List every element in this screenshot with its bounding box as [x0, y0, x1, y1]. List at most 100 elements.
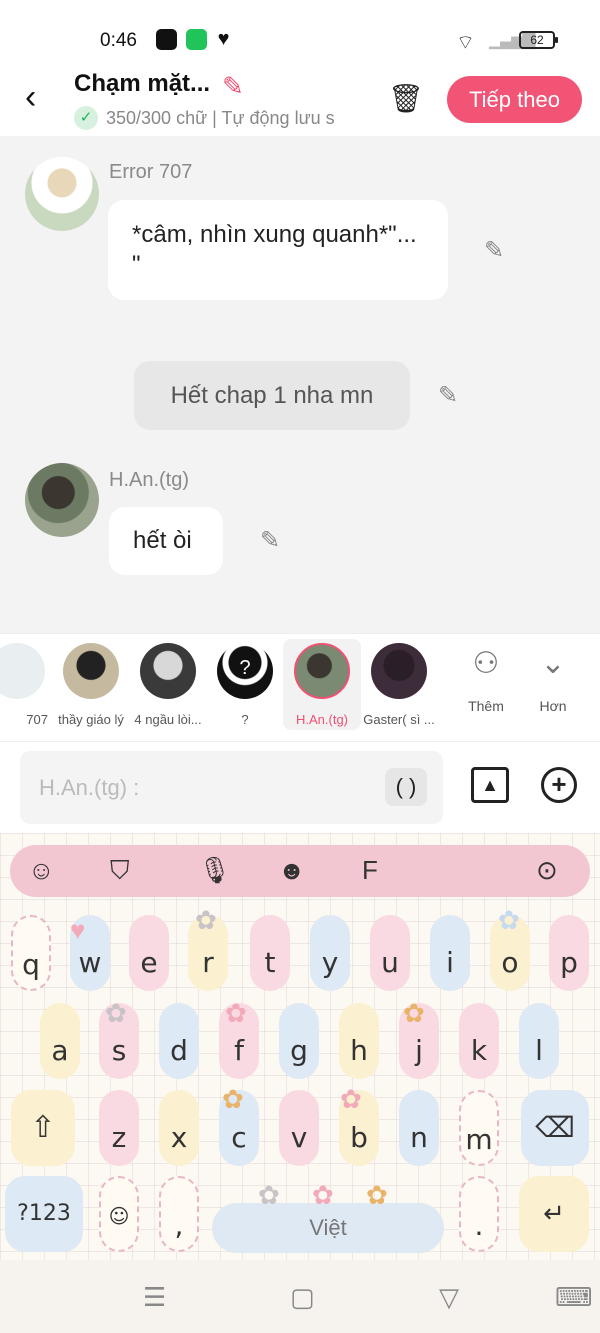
key-d[interactable]: d	[159, 1003, 199, 1079]
menu-icon[interactable]: ☰	[143, 1282, 166, 1313]
character-item[interactable]: ? ?	[206, 643, 284, 727]
character-item[interactable]: thầy giáo lý	[52, 643, 130, 727]
keyboard-toolbar: ☺ ⛉ 🎙 ☻ F ⊙	[10, 845, 590, 897]
character-item[interactable]: 707	[0, 643, 48, 727]
character-avatar	[140, 643, 196, 699]
character-label: ?	[241, 712, 249, 727]
character-item[interactable]: Gaster( sì ...	[360, 643, 438, 727]
word-count-text: 350/300 chữ | Tự động lưu s	[106, 107, 335, 128]
trash-icon[interactable]: 🗑	[388, 82, 424, 115]
key-p[interactable]: p	[549, 915, 589, 991]
emoji-icon[interactable]: ☺	[28, 855, 55, 886]
edit-title-icon[interactable]: ✎	[222, 71, 244, 102]
backspace-key[interactable]: ⌫	[521, 1090, 589, 1166]
more-button[interactable]: ⌄ Hơn	[523, 646, 583, 714]
back-triangle-icon[interactable]: ▽	[439, 1282, 459, 1313]
character-avatar	[63, 643, 119, 699]
character-item[interactable]: 4 ngầu lòi...	[129, 643, 207, 727]
key-x[interactable]: x	[159, 1090, 199, 1166]
key-g[interactable]: g	[279, 1003, 319, 1079]
back-icon[interactable]: ‹	[25, 80, 36, 114]
key-l[interactable]: l	[519, 1003, 559, 1079]
header: ‹ Chạm mặt... ✎ ✓ 350/300 chữ | Tự động …	[0, 70, 600, 136]
app-grid-icon	[186, 29, 207, 50]
comma-key[interactable]: ,	[159, 1176, 199, 1252]
character-label: H.An.(tg)	[295, 712, 348, 727]
shift-key[interactable]: ⇧	[11, 1090, 75, 1166]
wifi-icon: ⌔	[456, 32, 475, 54]
sender-name: Error 707	[109, 161, 193, 183]
narration-bubble[interactable]: Hết chap 1 nha mn	[134, 361, 410, 430]
home-icon[interactable]: ▢	[290, 1282, 315, 1313]
key-v[interactable]: v	[279, 1090, 319, 1166]
key-q[interactable]: q	[11, 915, 51, 991]
sticker-icon[interactable]: ☻	[278, 855, 305, 886]
input-area: H.An.(tg) : ( ) ▲ +	[0, 741, 600, 833]
edit-message-icon[interactable]: ✎	[260, 526, 280, 555]
character-label: 4 ngầu lòi...	[134, 712, 202, 727]
microphone-icon[interactable]: 🎙	[198, 855, 231, 886]
status-time: 0:46	[100, 30, 137, 51]
chevron-down-icon: ⌄	[540, 647, 566, 680]
key-o[interactable]: o	[490, 915, 530, 991]
key-b[interactable]: b	[339, 1090, 379, 1166]
character-strip: 707 thầy giáo lý 4 ngầu lòi... ? ? H.An.…	[0, 633, 600, 741]
key-y[interactable]: y	[310, 915, 350, 991]
collapse-keyboard-icon[interactable]: ⊙	[536, 855, 558, 886]
font-icon[interactable]: F	[362, 855, 378, 886]
avatar[interactable]	[25, 463, 99, 537]
key-c[interactable]: c	[219, 1090, 259, 1166]
next-button[interactable]: Tiếp theo	[447, 76, 582, 123]
message-bubble[interactable]: hết òi	[109, 507, 223, 575]
space-key[interactable]: Việt	[212, 1203, 444, 1253]
numbers-key[interactable]: ?123	[5, 1176, 83, 1252]
key-e[interactable]: e	[129, 915, 169, 991]
system-nav-bar: ☰ ▢ ▽ ⌨	[0, 1260, 600, 1333]
character-label: Gaster( sì ...	[363, 712, 435, 727]
key-s[interactable]: s	[99, 1003, 139, 1079]
edit-message-icon[interactable]: ✎	[484, 236, 504, 265]
status-bar: 0:46 ♥ ⌔ ▁▃▅▇ 62	[0, 0, 600, 70]
autosave-status: ✓ 350/300 chữ | Tự động lưu s	[74, 105, 364, 131]
key-t[interactable]: t	[250, 915, 290, 991]
key-k[interactable]: k	[459, 1003, 499, 1079]
check-icon: ✓	[74, 106, 98, 130]
keyboard-icon[interactable]: ⌨	[555, 1282, 593, 1313]
add-user-icon: ⚇	[472, 647, 500, 680]
add-character-label: Thêm	[468, 698, 504, 714]
tiktok-icon	[156, 29, 177, 50]
period-key[interactable]: .	[459, 1176, 499, 1252]
plus-icon[interactable]: +	[541, 767, 577, 803]
key-i[interactable]: i	[430, 915, 470, 991]
character-item-selected[interactable]: H.An.(tg)	[283, 639, 361, 730]
unknown-character-icon: ?	[217, 643, 273, 699]
key-m[interactable]: m	[459, 1090, 499, 1166]
key-n[interactable]: n	[399, 1090, 439, 1166]
message-bubble[interactable]: *câm, nhìn xung quanh*"... "	[108, 200, 448, 300]
theme-shirt-icon[interactable]: ⛉	[110, 855, 130, 887]
character-avatar	[0, 643, 45, 699]
sender-name: H.An.(tg)	[109, 469, 190, 491]
add-character-button[interactable]: ⚇ Thêm	[456, 646, 516, 714]
action-parentheses-button[interactable]: ( )	[385, 768, 427, 806]
heart-app-icon: ♥	[217, 28, 230, 50]
character-avatar	[371, 643, 427, 699]
key-w[interactable]: w	[70, 915, 110, 991]
character-label: thầy giáo lý	[58, 712, 124, 727]
key-h[interactable]: h	[339, 1003, 379, 1079]
edit-message-icon[interactable]: ✎	[438, 381, 458, 410]
enter-key[interactable]: ↵	[519, 1176, 589, 1252]
story-title[interactable]: Chạm mặt...	[74, 70, 210, 98]
image-icon[interactable]: ▲	[471, 767, 509, 803]
key-z[interactable]: z	[99, 1090, 139, 1166]
emoji-key[interactable]: ☺	[99, 1176, 139, 1252]
character-avatar	[294, 643, 350, 699]
avatar[interactable]	[25, 157, 99, 231]
key-r[interactable]: r	[188, 915, 228, 991]
key-f[interactable]: f	[219, 1003, 259, 1079]
message-input[interactable]: H.An.(tg) : ( )	[20, 751, 443, 824]
key-j[interactable]: j	[399, 1003, 439, 1079]
key-u[interactable]: u	[370, 915, 410, 991]
more-label: Hơn	[539, 698, 567, 714]
key-a[interactable]: a	[40, 1003, 80, 1079]
